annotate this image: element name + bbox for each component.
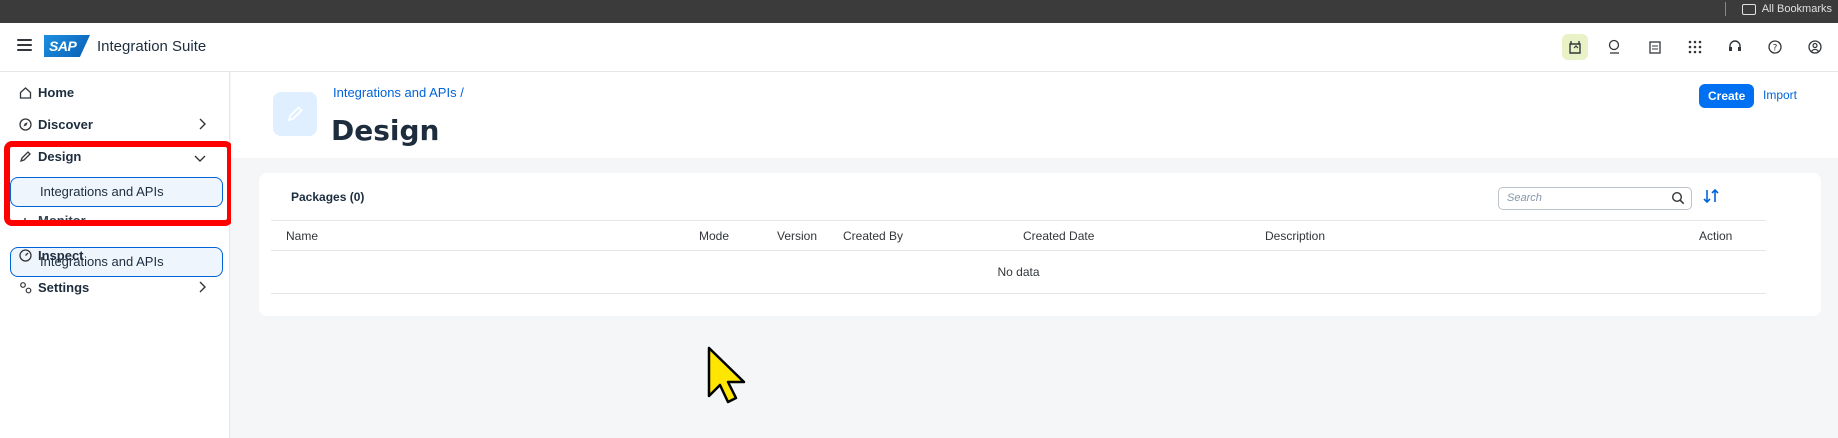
search-placeholder: Search — [1507, 192, 1542, 204]
sidebar-subitem-integrations-and-apis-selected[interactable]: Integrations and APIs — [10, 177, 223, 207]
gauge-icon — [18, 248, 32, 262]
side-navigation: Home Discover Design Integrations and AP… — [0, 72, 233, 438]
packages-title: Packages (0) — [291, 190, 365, 204]
main-content: Integrations and APIs / Design Create Im… — [231, 72, 1838, 438]
support-icon[interactable] — [1722, 34, 1748, 60]
create-button[interactable]: Create — [1699, 84, 1755, 108]
search-icon[interactable] — [1671, 191, 1685, 213]
shell-bar: SAP Integration Suite ? — [0, 23, 1838, 72]
compass-icon — [18, 117, 32, 131]
packages-table: Name Mode Version Created By Created Dat… — [271, 220, 1766, 294]
page-header: Integrations and APIs / Design Create Im… — [231, 72, 1838, 158]
hamburger-menu-icon[interactable] — [17, 39, 32, 52]
sidebar-item-inspect[interactable]: Inspect — [18, 241, 218, 269]
grid-icon[interactable] — [1682, 34, 1708, 60]
shell-actions: ? — [1562, 34, 1828, 60]
column-header-name[interactable]: Name — [286, 229, 318, 243]
sidebar-item-monitor[interactable]: Monitor — [18, 206, 218, 234]
sidebar-item-design[interactable]: Design — [18, 142, 218, 170]
chevron-down-icon — [194, 150, 206, 165]
joule-icon[interactable] — [1562, 34, 1588, 60]
pencil-icon — [18, 149, 32, 163]
column-header-created-date[interactable]: Created Date — [1023, 229, 1094, 243]
sap-logo[interactable]: SAP — [44, 35, 90, 57]
sort-icon[interactable] — [1702, 187, 1720, 210]
sidebar-item-discover[interactable]: Discover — [18, 110, 218, 138]
chart-icon — [18, 213, 32, 227]
sidebar-item-label: Inspect — [38, 247, 84, 263]
column-header-created-by[interactable]: Created By — [843, 229, 903, 243]
user-icon[interactable] — [1802, 34, 1828, 60]
sidebar-item-home[interactable]: Home — [18, 78, 218, 106]
mouse-cursor-icon — [707, 346, 747, 409]
svg-text:?: ? — [1773, 44, 1778, 54]
sidebar-item-label: Monitor — [38, 212, 86, 228]
sidebar-item-label: Design — [38, 148, 82, 164]
search-input[interactable]: Search — [1498, 187, 1692, 210]
chevron-right-icon — [198, 118, 206, 133]
design-tile-icon — [273, 92, 317, 136]
product-name: Integration Suite — [97, 38, 207, 55]
page-title: Design — [331, 114, 440, 147]
all-bookmarks-label[interactable]: All Bookmarks — [1762, 3, 1832, 15]
sidebar-item-label: Home — [38, 84, 75, 100]
help-icon[interactable]: ? — [1762, 34, 1788, 60]
notes-icon[interactable] — [1642, 34, 1668, 60]
packages-card: Packages (0) Search Name Mode Version Cr… — [259, 173, 1821, 316]
divider — [1724, 2, 1726, 16]
folder-icon — [1741, 3, 1756, 15]
settings-icon — [18, 280, 32, 294]
column-header-mode[interactable]: Mode — [699, 229, 729, 243]
sidebar-item-label: Discover — [38, 116, 93, 132]
feedback-icon[interactable] — [1602, 34, 1628, 60]
browser-bar: All Bookmarks — [0, 0, 1838, 23]
column-header-description[interactable]: Description — [1265, 229, 1325, 243]
column-header-action[interactable]: Action — [1699, 229, 1732, 243]
breadcrumb[interactable]: Integrations and APIs / — [333, 85, 464, 100]
bookmarks-bar[interactable]: All Bookmarks — [1724, 2, 1832, 16]
sidebar-item-settings[interactable]: Settings — [18, 273, 218, 301]
no-data-message: No data — [271, 251, 1766, 294]
table-header: Name Mode Version Created By Created Dat… — [271, 220, 1766, 251]
chevron-right-icon — [198, 281, 206, 296]
home-icon — [18, 85, 32, 99]
sidebar-item-label: Settings — [38, 279, 90, 295]
import-button[interactable]: Import — [1763, 88, 1797, 102]
column-header-version[interactable]: Version — [777, 229, 817, 243]
